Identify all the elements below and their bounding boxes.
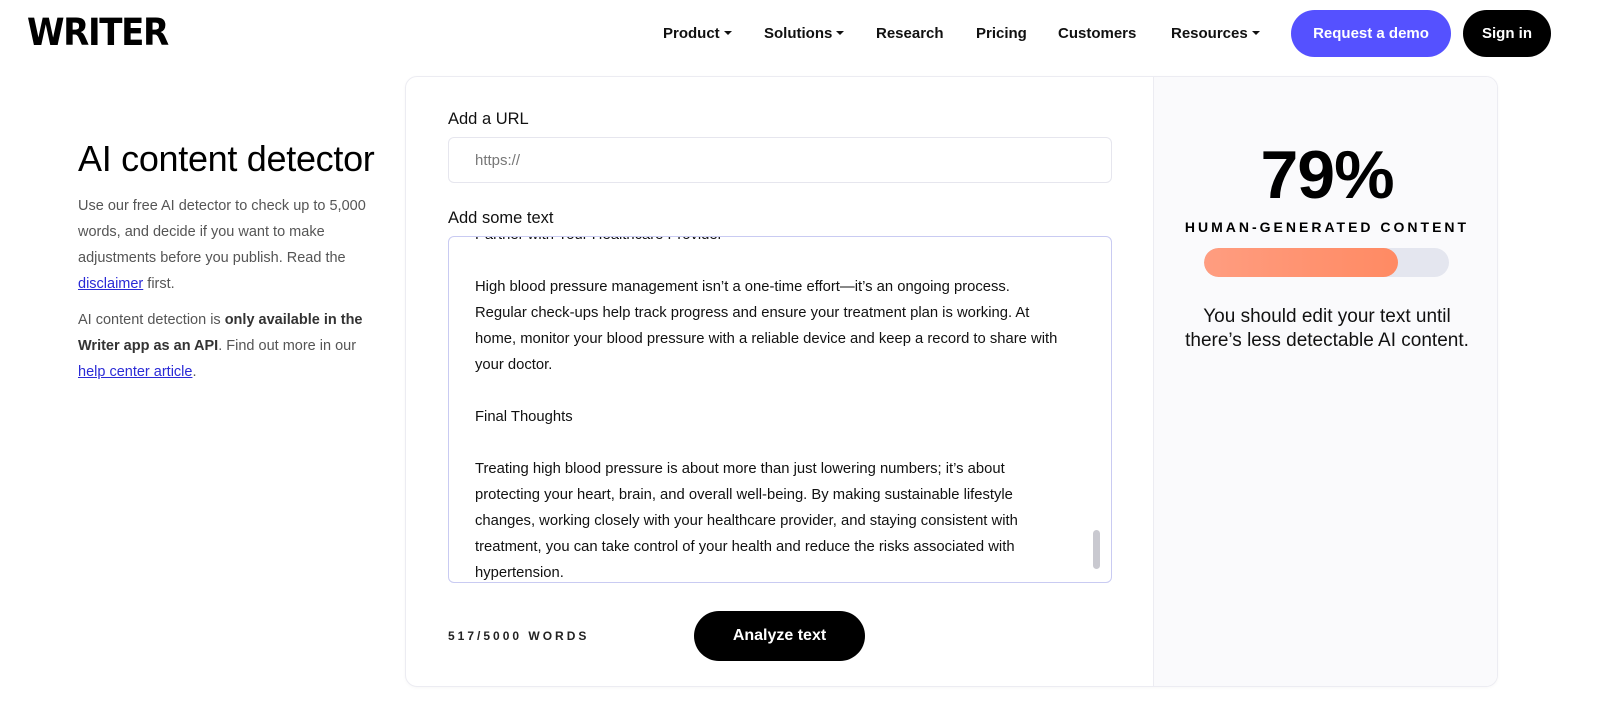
detector-card: Add a URL Add some text Partner with You…	[405, 76, 1498, 687]
request-demo-button[interactable]: Request a demo	[1291, 10, 1451, 57]
text-label: Add some text	[448, 209, 554, 227]
advice-text: You should edit your text until there’s …	[1185, 306, 1469, 351]
nav-research-label: Research	[876, 25, 944, 42]
nav-pricing[interactable]: Pricing	[976, 23, 1027, 45]
page-title: AI content detector	[78, 138, 375, 179]
text-content: Partner with Your Healthcare Provider Hi…	[475, 237, 1065, 582]
nav-resources-label: Resources	[1171, 25, 1248, 42]
text-paragraph: Partner with Your Healthcare Provider	[475, 237, 1065, 248]
nav-resources[interactable]: Resources	[1171, 23, 1260, 45]
word-count: 517/5000 WORDS	[448, 629, 590, 643]
nav-solutions-label: Solutions	[764, 25, 833, 42]
url-input[interactable]	[448, 137, 1112, 183]
api-text: AI content detection is	[78, 312, 225, 328]
nav-solutions[interactable]: Solutions	[764, 23, 845, 45]
nav-pricing-label: Pricing	[976, 25, 1027, 42]
intro-section: AI content detector Use our free AI dete…	[78, 138, 378, 385]
text-paragraph: Final Thoughts	[475, 409, 573, 425]
score-value: 79%	[1260, 137, 1394, 213]
disclaimer-link[interactable]: disclaimer	[78, 276, 143, 292]
intro-text: Use our free AI detector to check up to …	[78, 198, 366, 266]
intro-paragraph: Use our free AI detector to check up to …	[78, 193, 378, 297]
api-paragraph: AI content detection is only available i…	[78, 307, 378, 385]
text-input[interactable]: Partner with Your Healthcare Provider Hi…	[448, 236, 1112, 583]
score-progress-bar	[1204, 248, 1449, 277]
caret-down-icon	[723, 31, 732, 36]
help-center-link[interactable]: help center article	[78, 364, 192, 380]
nav-customers-label: Customers	[1058, 25, 1137, 42]
caret-down-icon	[836, 31, 845, 36]
analyze-text-button[interactable]: Analyze text	[694, 611, 865, 661]
caret-down-icon	[1251, 31, 1260, 36]
nav-product-label: Product	[663, 25, 720, 42]
text-paragraph: Treating high blood pressure is about mo…	[475, 461, 1018, 581]
nav-product[interactable]: Product	[663, 23, 732, 45]
api-text-mid: . Find out more in our	[218, 338, 357, 354]
result-panel: 79% HUMAN-GENERATED CONTENT You should e…	[1153, 77, 1497, 686]
url-label: Add a URL	[448, 110, 529, 128]
score-label: HUMAN-GENERATED CONTENT	[1184, 219, 1470, 235]
intro-text-end: first.	[143, 276, 175, 292]
textarea-scrollbar[interactable]	[1093, 530, 1100, 569]
sign-in-button[interactable]: Sign in	[1463, 10, 1551, 57]
nav-research[interactable]: Research	[876, 23, 944, 45]
api-text-end: .	[192, 364, 197, 380]
text-paragraph: High blood pressure management isn’t a o…	[475, 279, 1058, 373]
nav-customers[interactable]: Customers	[1058, 23, 1136, 45]
score-progress-fill	[1204, 248, 1398, 277]
site-header: WRITER Product Solutions Research Pricin…	[0, 0, 1600, 68]
